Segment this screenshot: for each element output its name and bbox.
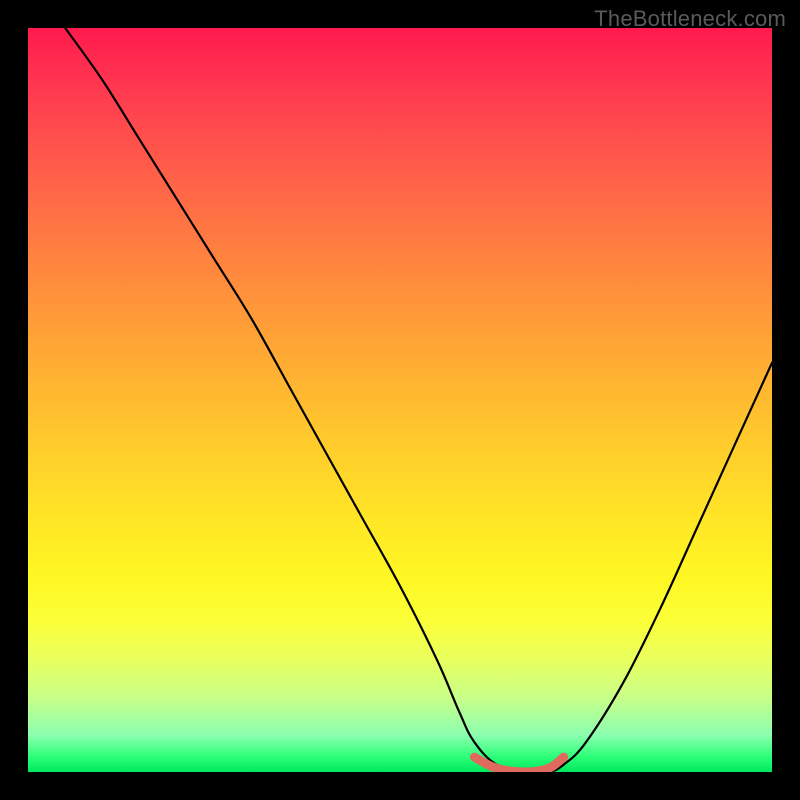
chart-plot-area — [28, 28, 772, 772]
watermark-text: TheBottleneck.com — [594, 6, 786, 32]
chart-svg — [28, 28, 772, 772]
bottleneck-curve-path — [65, 28, 772, 772]
